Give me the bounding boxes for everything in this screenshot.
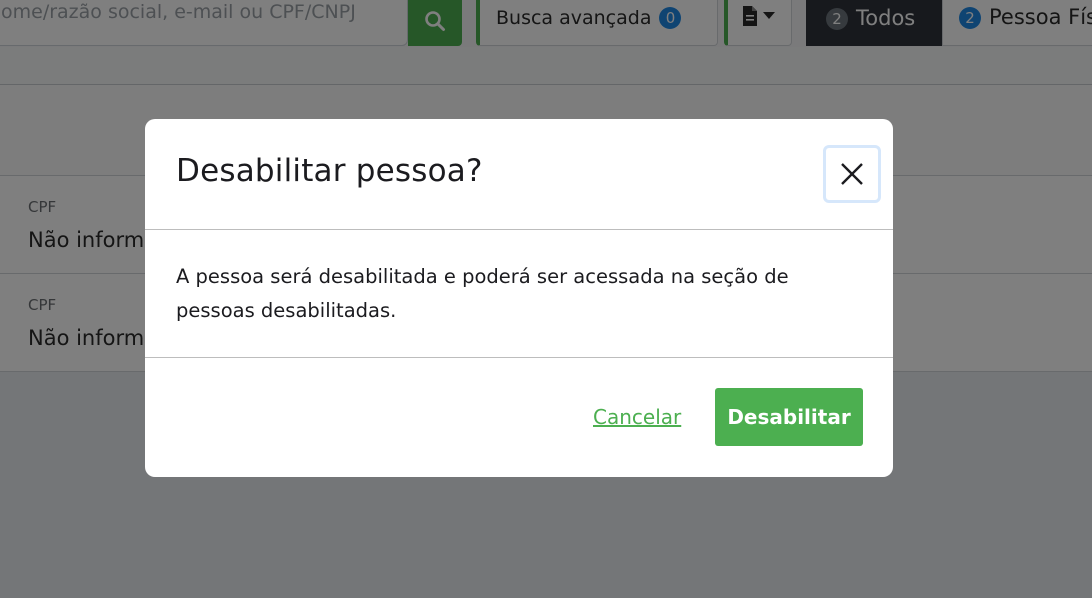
dialog-header: Desabilitar pessoa? bbox=[145, 119, 893, 230]
cancel-button[interactable]: Cancelar bbox=[593, 388, 681, 446]
disable-person-dialog: Desabilitar pessoa? A pessoa será desabi… bbox=[145, 119, 893, 477]
disable-button[interactable]: Desabilitar bbox=[715, 388, 863, 446]
close-icon bbox=[841, 163, 863, 185]
dialog-title: Desabilitar pessoa? bbox=[176, 153, 483, 189]
dialog-body: A pessoa será desabilitada e poderá ser … bbox=[145, 230, 893, 358]
dialog-footer: Cancelar Desabilitar bbox=[145, 358, 893, 477]
close-button[interactable] bbox=[823, 145, 881, 203]
dialog-message: A pessoa será desabilitada e poderá ser … bbox=[176, 265, 789, 322]
